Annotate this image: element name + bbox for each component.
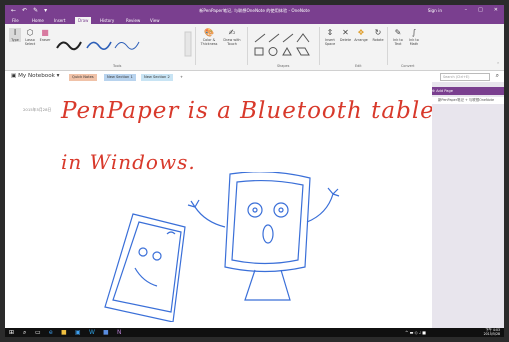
ribbon-divider bbox=[319, 27, 320, 65]
handwritten-line-1: PenPaper is a Bluetooth tablet bbox=[61, 98, 446, 124]
ribbon-tabs: File Home Insert Draw History Review Vie… bbox=[5, 16, 504, 24]
color-palette-icon: 🎨 bbox=[204, 28, 214, 37]
arrange-button[interactable]: ❖ Arrange bbox=[353, 28, 369, 42]
sketch-monitor-character bbox=[187, 172, 340, 301]
section-tab-new-section-1[interactable]: New Section 1 bbox=[104, 74, 136, 81]
type-tool-button[interactable]: I Type bbox=[9, 28, 21, 42]
draw-with-touch-button[interactable]: ✍ Draw with Touch bbox=[221, 28, 243, 46]
ink-to-text-icon: ✎ bbox=[394, 28, 402, 37]
onenote-window: ← ↶ ✎ ▾ 新PenPaper笔记, 与联想OneNote 的使用体验 - … bbox=[5, 5, 504, 337]
color-thickness-button[interactable]: 🎨 Color & Thickness bbox=[199, 28, 219, 46]
notebook-bar: ▣ My Notebook ▾ Quick Notes New Section … bbox=[5, 71, 504, 82]
tab-file[interactable]: File bbox=[9, 17, 22, 24]
handwritten-line-2: in Windows. bbox=[61, 150, 196, 174]
convert-group-label: Convert bbox=[401, 64, 415, 68]
search-input[interactable]: Search (Ctrl+E) bbox=[440, 73, 490, 81]
app-icon[interactable]: ■ bbox=[103, 329, 109, 336]
edge-browser-icon[interactable]: e bbox=[49, 329, 53, 336]
insert-space-button[interactable]: ⇕ Insert Space bbox=[323, 28, 337, 46]
arrange-icon: ❖ bbox=[357, 28, 365, 37]
black-pen-swatch[interactable] bbox=[56, 41, 82, 51]
pen-gallery[interactable] bbox=[53, 30, 193, 60]
tab-history[interactable]: History bbox=[97, 17, 117, 24]
sketch-tablet bbox=[104, 213, 186, 322]
tab-review[interactable]: Review bbox=[123, 17, 143, 24]
window-controls: – □ ✕ bbox=[465, 7, 498, 13]
search-icon[interactable]: ⌕ bbox=[23, 329, 26, 336]
word-app-icon[interactable]: W bbox=[89, 329, 95, 336]
ribbon: I Type ⬡ Lasso Select ■ Eraser Tools 🎨 C… bbox=[5, 24, 504, 71]
insert-space-icon: ⇕ bbox=[326, 28, 334, 37]
tab-view[interactable]: View bbox=[147, 17, 163, 24]
thin-blue-pen-swatch[interactable] bbox=[114, 41, 140, 50]
ribbon-divider bbox=[195, 27, 196, 65]
eraser-button[interactable]: ■ Eraser bbox=[39, 28, 51, 42]
add-section-button[interactable]: + bbox=[177, 74, 186, 81]
blue-sketch-drawing bbox=[104, 172, 340, 322]
add-page-button[interactable]: ⊕ Add Page bbox=[432, 87, 504, 95]
rectangle-shape-icon[interactable] bbox=[254, 47, 264, 56]
windows-start-icon[interactable]: ⊞ bbox=[9, 329, 14, 336]
angle-shape-icon[interactable] bbox=[296, 33, 310, 43]
store-icon[interactable]: ▣ bbox=[75, 329, 81, 336]
close-button[interactable]: ✕ bbox=[494, 7, 498, 13]
search-icon[interactable]: ⌕ bbox=[496, 72, 499, 80]
tab-insert[interactable]: Insert bbox=[51, 17, 68, 24]
arrow-shape-icon[interactable] bbox=[268, 33, 280, 43]
page-list-item[interactable]: 新PenPaper笔记 + 与联想OneNote bbox=[432, 97, 504, 104]
rotate-icon: ↻ bbox=[374, 28, 382, 37]
touch-pen-icon: ✍ bbox=[228, 28, 236, 37]
edit-group-label: Edit bbox=[355, 64, 362, 68]
title-bar: ← ↶ ✎ ▾ 新PenPaper笔记, 与联想OneNote 的使用体验 - … bbox=[5, 5, 504, 16]
line-shape-icon[interactable] bbox=[254, 33, 266, 43]
collapse-ribbon-icon[interactable]: ⌃ bbox=[495, 62, 501, 66]
gallery-scroll[interactable] bbox=[184, 31, 192, 57]
ink-to-math-icon: ∫ bbox=[411, 28, 417, 37]
file-explorer-icon[interactable]: ■ bbox=[61, 329, 67, 336]
triangle-shape-icon[interactable] bbox=[282, 46, 292, 56]
text-cursor-icon: I bbox=[13, 28, 17, 37]
circle-shape-icon[interactable] bbox=[268, 47, 278, 56]
minimize-button[interactable]: – bbox=[465, 7, 468, 13]
page-date: 2015年5月28日 bbox=[23, 107, 52, 112]
double-arrow-shape-icon[interactable] bbox=[282, 33, 294, 43]
page-list-pane: ⊕ Add Page 新PenPaper笔记 + 与联想OneNote bbox=[432, 82, 504, 328]
windows-taskbar: ⊞ ⌕ ▭ e ■ ▣ W ■ N ^ ▬ ◇ ♩ ■ 下午 4:03 2015… bbox=[5, 328, 504, 337]
notebook-name-dropdown[interactable]: ▣ My Notebook ▾ bbox=[11, 73, 59, 79]
lasso-select-button[interactable]: ⬡ Lasso Select bbox=[23, 28, 37, 46]
shapes-gallery[interactable] bbox=[251, 30, 315, 60]
rotate-button[interactable]: ↻ Rotate bbox=[371, 28, 385, 42]
onenote-app-icon[interactable]: N bbox=[117, 329, 122, 336]
ribbon-divider bbox=[247, 27, 248, 65]
page-canvas[interactable]: 2015年5月28日 PenPaper is a Bluetooth table… bbox=[5, 82, 444, 328]
tools-group-label: Tools bbox=[113, 64, 122, 68]
sign-in-link[interactable]: Sign in bbox=[428, 8, 442, 13]
tab-draw[interactable]: Draw bbox=[75, 17, 92, 24]
blue-pen-swatch[interactable] bbox=[86, 41, 112, 50]
delete-x-icon: ✕ bbox=[342, 28, 349, 37]
ink-to-text-button[interactable]: ✎ Ink to Text bbox=[391, 28, 405, 46]
parallelogram-shape-icon[interactable] bbox=[296, 47, 310, 56]
section-tab-quick-notes[interactable]: Quick Notes bbox=[69, 74, 97, 81]
ribbon-divider bbox=[387, 27, 388, 65]
section-tab-new-section-2[interactable]: New Section 2 bbox=[141, 74, 173, 82]
lasso-icon: ⬡ bbox=[26, 28, 34, 37]
eraser-icon: ■ bbox=[41, 28, 49, 37]
maximize-button[interactable]: □ bbox=[478, 7, 483, 13]
tab-home[interactable]: Home bbox=[29, 17, 47, 24]
task-view-icon[interactable]: ▭ bbox=[35, 329, 41, 336]
delete-button[interactable]: ✕ Delete bbox=[339, 28, 352, 42]
system-tray-icons[interactable]: ^ ▬ ◇ ♩ ■ bbox=[405, 329, 426, 336]
taskbar-clock[interactable]: 下午 4:03 2015/5/28 bbox=[484, 328, 500, 336]
shapes-group-label: Shapes bbox=[277, 64, 290, 68]
ink-to-math-button[interactable]: ∫ Ink to Math bbox=[407, 28, 421, 46]
